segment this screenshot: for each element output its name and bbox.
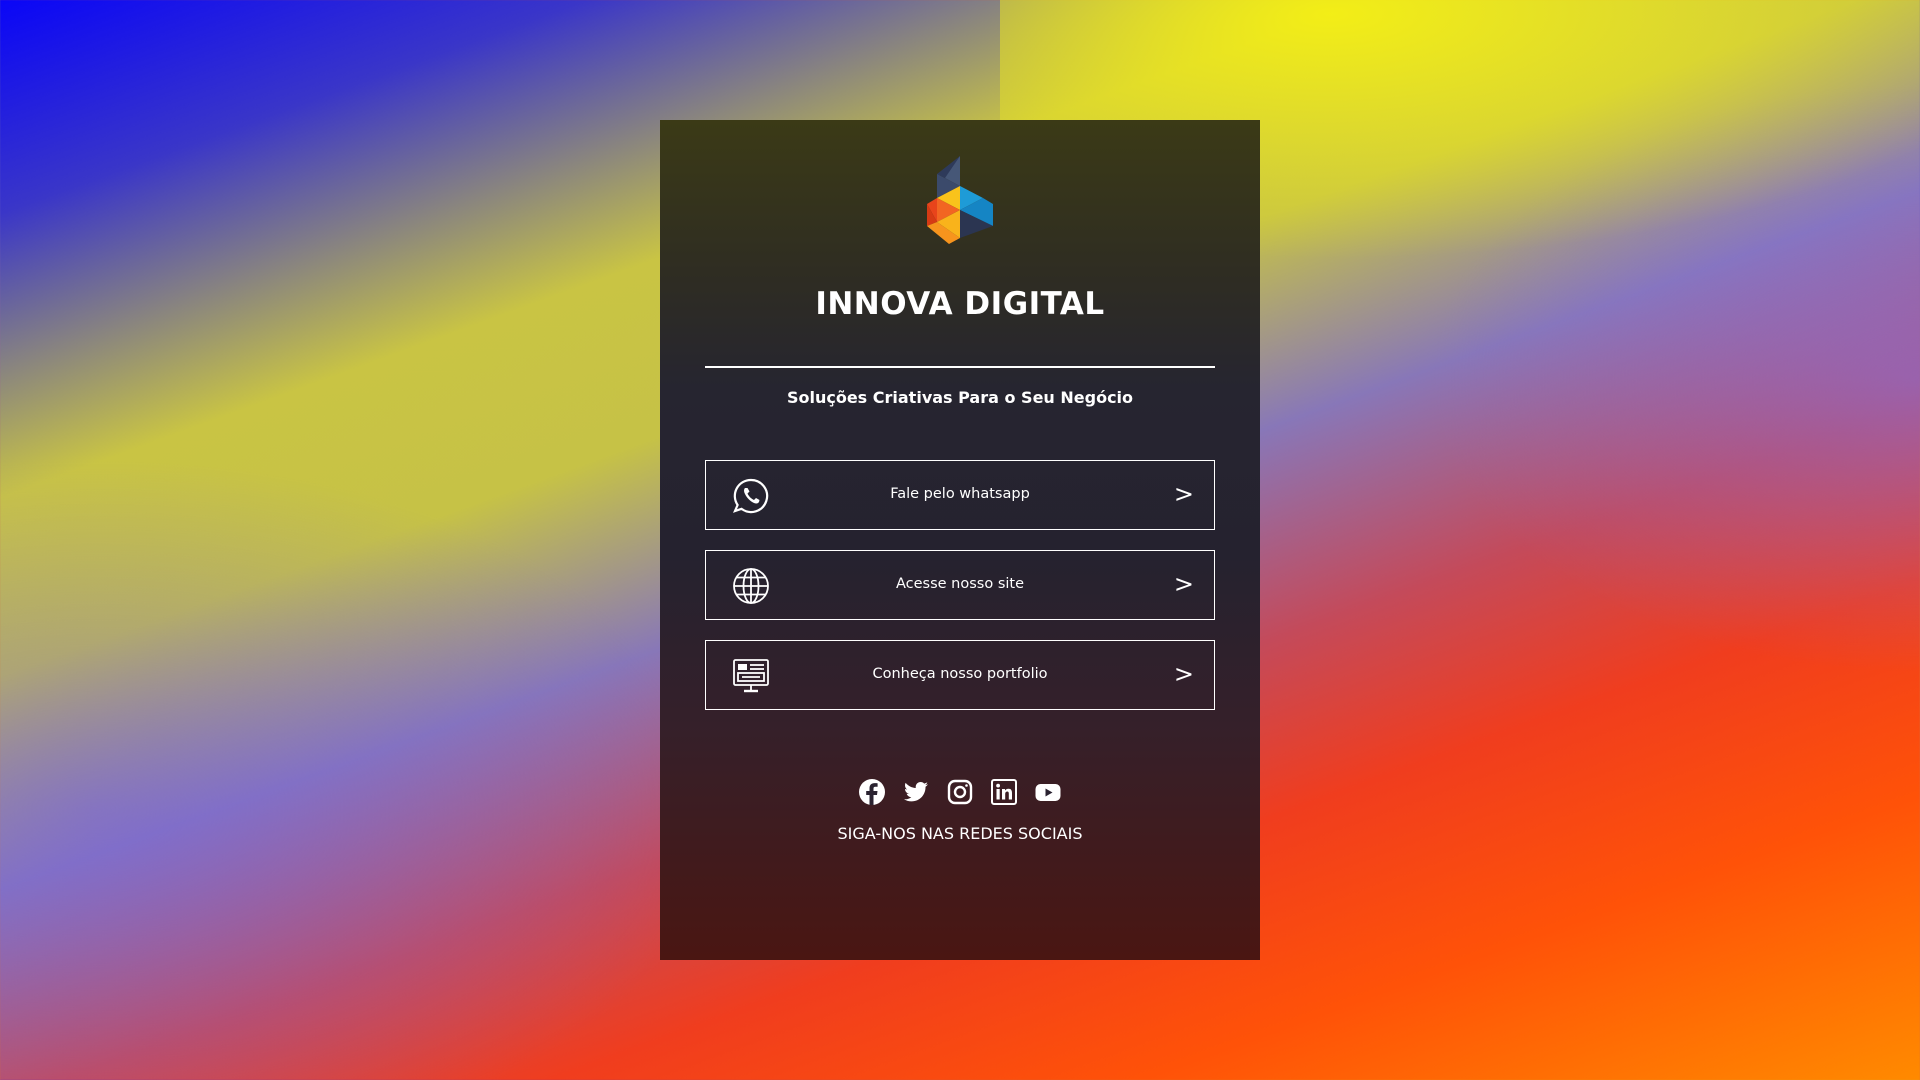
linkedin-icon[interactable] [990,778,1018,806]
social-caption: SIGA-NOS NAS REDES SOCIAIS [837,824,1083,843]
portfolio-button[interactable]: Conheça nosso portfolio > [705,640,1215,710]
portfolio-label: Conheça nosso portfolio [872,666,1048,682]
tagline: Soluções Criativas Para o Seu Negócio [786,388,1134,407]
website-button[interactable]: Acesse nosso site > [705,550,1215,620]
globe-icon [733,568,769,604]
instagram-icon[interactable] [946,778,974,806]
link-card: INNOVA DIGITAL Soluções Criativas Para o… [660,120,1260,960]
divider [705,366,1215,368]
brand-title: INNOVA DIGITAL [815,286,1105,322]
social-icons [660,778,1260,806]
whatsapp-label: Fale pelo whatsapp [890,486,1030,502]
portfolio-monitor-icon [733,659,769,693]
whatsapp-button[interactable]: Fale pelo whatsapp > [705,460,1215,530]
youtube-icon[interactable] [1034,778,1062,806]
website-label: Acesse nosso site [895,576,1025,592]
whatsapp-icon [733,478,769,514]
chevron-right-icon: > [1173,660,1194,688]
twitter-icon[interactable] [902,778,930,806]
chevron-right-icon: > [1173,570,1194,598]
logo-icon [927,156,993,244]
facebook-icon[interactable] [858,778,886,806]
chevron-right-icon: > [1173,480,1194,508]
